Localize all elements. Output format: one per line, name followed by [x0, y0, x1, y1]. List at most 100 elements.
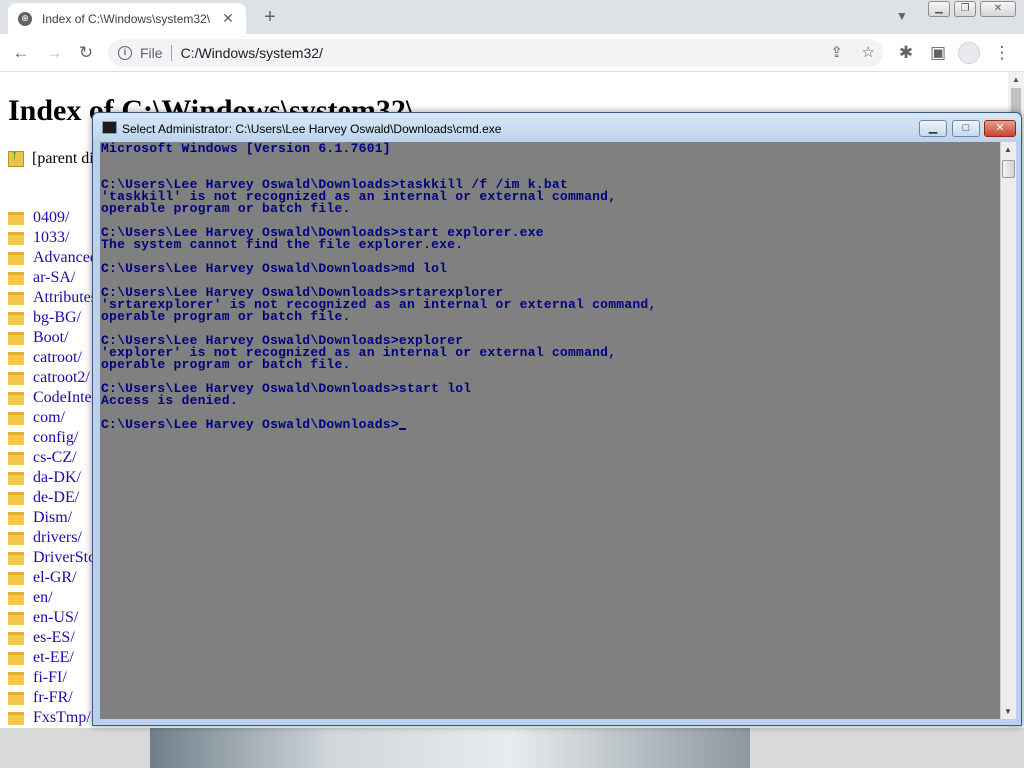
- console-line: Microsoft Windows [Version 6.1.7601]: [101, 142, 999, 155]
- minimize-window-button[interactable]: ▁: [928, 1, 950, 17]
- folder-icon: [8, 411, 24, 425]
- cmd-maximize-button[interactable]: □: [952, 120, 980, 137]
- address-scheme: File: [140, 45, 163, 61]
- directory-link[interactable]: Dism/: [33, 509, 72, 527]
- cmd-scroll-down-icon[interactable]: ▼: [1004, 707, 1012, 716]
- folder-icon: [8, 391, 24, 405]
- directory-link[interactable]: cs-CZ/: [33, 449, 77, 467]
- console-line-text: Access is denied.: [101, 393, 238, 408]
- directory-link[interactable]: el-GR/: [33, 569, 77, 587]
- directory-link[interactable]: bg-BG/: [33, 309, 81, 327]
- browser-tab[interactable]: ⊕ Index of C:\Windows\system32\ ✕: [8, 3, 246, 34]
- new-tab-button[interactable]: +: [258, 6, 282, 29]
- profile-avatar[interactable]: [958, 42, 980, 64]
- directory-link[interactable]: 0409/: [33, 209, 69, 227]
- forward-arrow-icon[interactable]: →: [42, 42, 66, 64]
- cmd-minimize-button[interactable]: ▁: [919, 120, 947, 137]
- folder-icon: [8, 651, 24, 665]
- directory-link[interactable]: en-US/: [33, 609, 78, 627]
- directory-link[interactable]: Boot/: [33, 329, 69, 347]
- cmd-scroll-thumb[interactable]: [1002, 160, 1015, 178]
- cmd-scrollbar[interactable]: ▲ ▼: [1000, 142, 1016, 719]
- tab-title: Index of C:\Windows\system32\: [42, 11, 211, 26]
- side-panel-icon[interactable]: ▣: [926, 42, 950, 64]
- bookmark-star-icon[interactable]: ☆: [862, 43, 875, 61]
- desktop-wallpaper: [0, 728, 1024, 768]
- folder-icon: [8, 311, 24, 325]
- console-line: operable program or batch file.: [101, 201, 999, 216]
- address-bar[interactable]: i File C:/Windows/system32/ ⇪ ☆: [108, 39, 883, 67]
- console-output[interactable]: Microsoft Windows [Version 6.1.7601] C:\U…: [100, 142, 1000, 719]
- cmd-close-button[interactable]: ✕: [984, 120, 1016, 137]
- restore-window-button[interactable]: ❐: [954, 1, 976, 17]
- reload-icon[interactable]: ↻: [74, 42, 98, 64]
- folder-icon: [8, 531, 24, 545]
- up-folder-icon: [8, 148, 24, 167]
- folder-icon: [8, 691, 24, 705]
- back-arrow-icon[interactable]: ←: [9, 42, 33, 64]
- directory-link[interactable]: fi-FI/: [33, 669, 67, 687]
- folder-icon: [8, 631, 24, 645]
- directory-link[interactable]: catroot2/: [33, 369, 90, 387]
- cmd-window[interactable]: Select Administrator: C:\Users\Lee Harve…: [92, 112, 1022, 726]
- directory-link[interactable]: en/: [33, 589, 53, 607]
- folder-icon: [8, 671, 24, 685]
- folder-icon: [8, 451, 24, 465]
- directory-link[interactable]: 1033/: [33, 229, 69, 247]
- folder-icon: [8, 431, 24, 445]
- cmd-title: Select Administrator: C:\Users\Lee Harve…: [122, 122, 502, 136]
- folder-icon: [8, 591, 24, 605]
- console-line: operable program or batch file.: [101, 309, 999, 324]
- globe-icon: ⊕: [18, 11, 32, 26]
- directory-link[interactable]: com/: [33, 409, 65, 427]
- browser-toolbar: ← → ↻ i File C:/Windows/system32/ ⇪ ☆ ✱ …: [0, 34, 1024, 72]
- cmd-scroll-up-icon[interactable]: ▲: [1004, 145, 1012, 154]
- directory-link[interactable]: catroot/: [33, 349, 82, 367]
- wallpaper-band: [150, 728, 750, 768]
- folder-icon: [8, 511, 24, 525]
- directory-link[interactable]: config/: [33, 429, 78, 447]
- folder-icon: [8, 331, 24, 345]
- cmd-titlebar[interactable]: Select Administrator: C:\Users\Lee Harve…: [93, 113, 1021, 142]
- extensions-puzzle-icon[interactable]: ✱: [894, 42, 918, 64]
- text-cursor: [398, 428, 406, 430]
- share-icon[interactable]: ⇪: [830, 43, 843, 61]
- folder-icon: [8, 611, 24, 625]
- folder-icon: [8, 211, 24, 225]
- console-line: Access is denied.: [101, 393, 999, 408]
- console-line: The system cannot find the file explorer…: [101, 237, 999, 252]
- info-icon[interactable]: i: [118, 46, 132, 60]
- menu-kebab-icon[interactable]: ⋮: [990, 42, 1014, 64]
- console-icon: [102, 121, 117, 134]
- console-line: operable program or batch file.: [101, 358, 999, 371]
- console-line-text: C:\Users\Lee Harvey Oswald\Downloads>: [101, 417, 399, 432]
- folder-icon: [8, 351, 24, 365]
- directory-link[interactable]: da-DK/: [33, 469, 81, 487]
- directory-link[interactable]: et-EE/: [33, 649, 74, 667]
- address-url[interactable]: C:/Windows/system32/: [181, 45, 323, 61]
- folder-icon: [8, 231, 24, 245]
- directory-link[interactable]: de-DE/: [33, 489, 79, 507]
- folder-icon: [8, 551, 24, 565]
- tab-bar: ⊕ Index of C:\Windows\system32\ ✕ + ▼ ▁ …: [0, 0, 1024, 34]
- folder-icon: [8, 491, 24, 505]
- folder-icon: [8, 291, 24, 305]
- folder-icon: [8, 571, 24, 585]
- directory-link[interactable]: FxsTmp/: [33, 709, 91, 727]
- directory-link[interactable]: drivers/: [33, 529, 82, 547]
- scroll-up-icon[interactable]: ▲: [1012, 75, 1020, 84]
- directory-link[interactable]: ar-SA/: [33, 269, 75, 287]
- console-line-text: operable program or batch file.: [101, 201, 351, 216]
- tab-search-chevron-icon[interactable]: ▼: [896, 9, 908, 23]
- console-line-text: operable program or batch file.: [101, 309, 351, 324]
- tab-close-button[interactable]: ✕: [220, 10, 236, 27]
- directory-link[interactable]: es-ES/: [33, 629, 75, 647]
- folder-icon: [8, 251, 24, 265]
- folder-icon: [8, 371, 24, 385]
- close-window-button[interactable]: ✕: [980, 1, 1016, 17]
- folder-icon: [8, 271, 24, 285]
- directory-link[interactable]: fr-FR/: [33, 689, 73, 707]
- address-separator: [170, 45, 172, 61]
- console-line-text: The system cannot find the file explorer…: [101, 237, 464, 252]
